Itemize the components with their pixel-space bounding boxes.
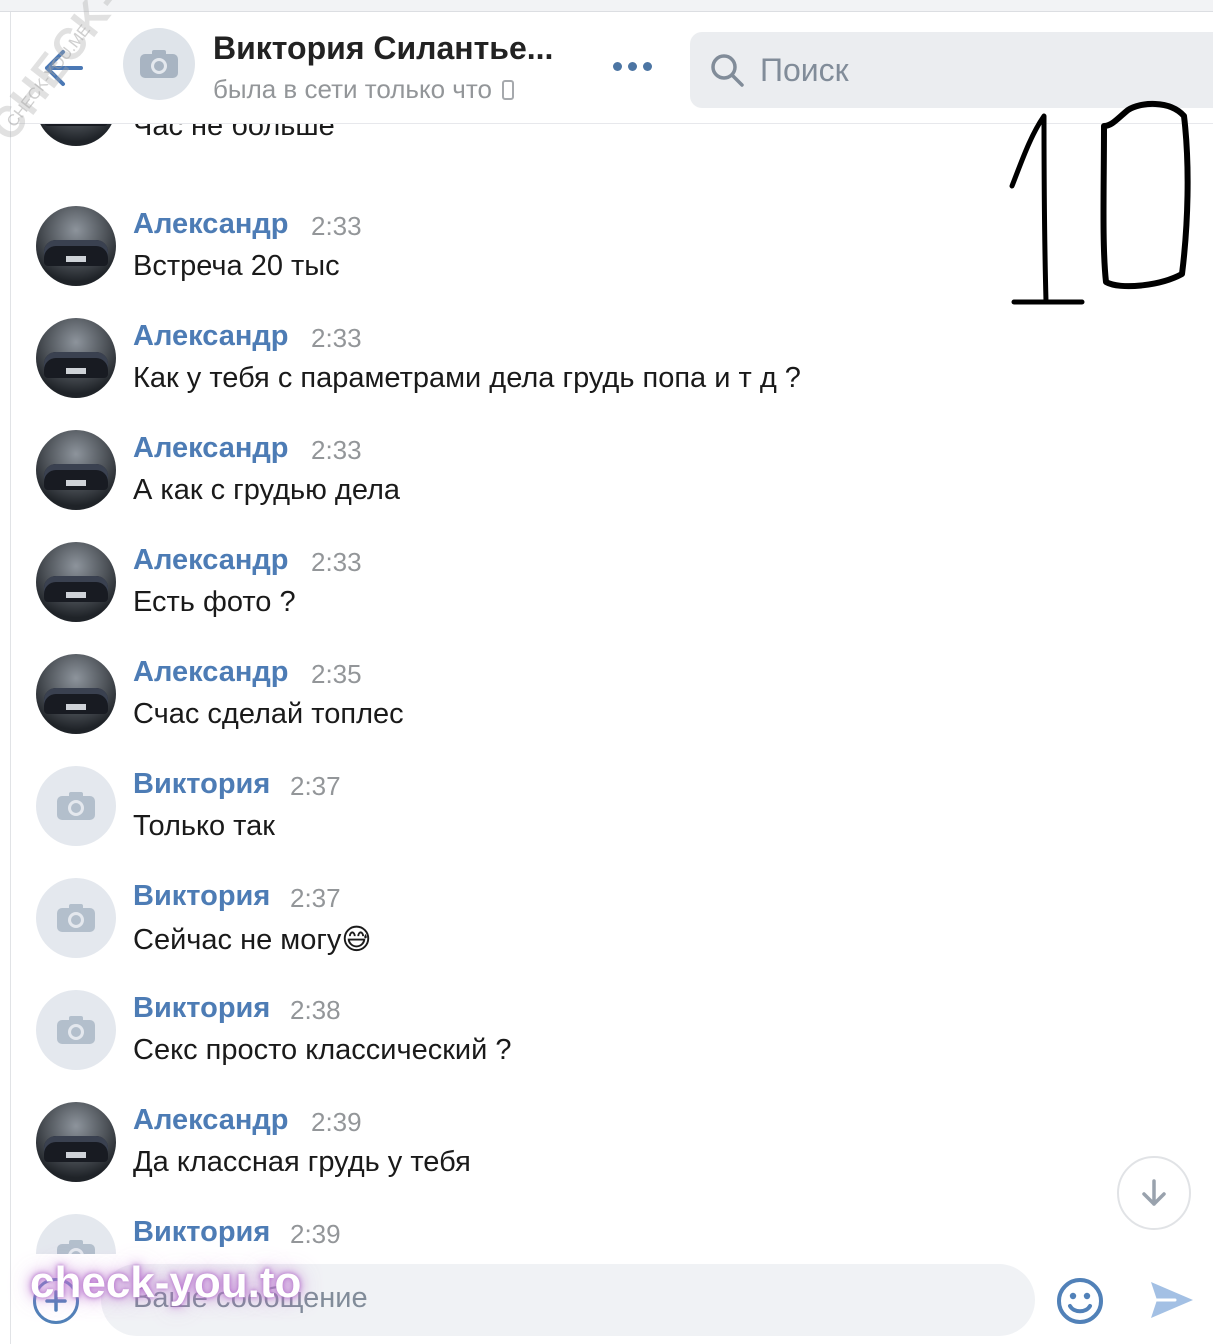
message-text: Да классная грудь у тебя [133,1146,471,1178]
sender-avatar[interactable] [36,542,116,622]
sender-name[interactable]: Александр [133,320,289,353]
sender-name[interactable]: Александр [133,432,289,465]
message-time: 2:39 [311,1107,362,1137]
sender-name[interactable]: Виктория [133,1216,270,1249]
window-top-rule [0,0,1213,12]
arrow-down-icon [1142,1179,1166,1206]
send-icon[interactable] [1145,1274,1197,1326]
sender-avatar[interactable] [36,878,116,958]
sender-avatar[interactable] [36,1102,116,1182]
message-time: 2:33 [311,323,362,353]
message-item: Виктория 2:37 Сейчас не могу😅 [11,878,1011,990]
sender-name[interactable]: Александр [133,656,289,689]
sender-avatar[interactable] [36,124,116,146]
message-text: Встреча 20 тыс [133,250,340,282]
camera-icon [57,792,95,820]
message-text: Счас сделай топлес [133,698,404,730]
sender-avatar[interactable] [36,206,116,286]
message-text: Только так [133,810,275,842]
camera-icon [57,1240,95,1254]
sender-name[interactable]: Александр [133,1104,289,1137]
sender-avatar[interactable] [36,766,116,846]
message-item: Александр 2:35 Счас сделай топлес [11,654,1011,766]
contact-name[interactable]: Виктория Силантье... [213,30,553,67]
camera-icon [57,1016,95,1044]
sender-name[interactable]: Александр [133,208,289,241]
message-text-body: Сейчас не могу [133,924,342,956]
sender-avatar[interactable] [36,990,116,1070]
sender-avatar[interactable] [36,430,116,510]
message-time: 2:33 [311,547,362,577]
search-input[interactable] [760,51,1200,89]
sender-name[interactable]: Александр [133,544,289,577]
sweat-smile-emoji-icon: 😅 [341,924,372,956]
message-time: 2:37 [290,771,341,801]
scroll-down-button[interactable] [1117,1156,1191,1230]
camera-icon [57,904,95,932]
handwritten-number-annotation [1009,100,1191,305]
sender-name[interactable]: Виктория [133,768,270,801]
ellipsis-icon-dot [628,62,637,71]
message-item: Виктория 2:37 Только так [11,766,1011,878]
contact-avatar[interactable] [123,28,195,100]
message-time: 2:37 [290,883,341,913]
sender-name[interactable]: Виктория [133,880,270,913]
message-item: Виктория 2:39 [11,1214,1011,1254]
message-text: Как у тебя с параметрами дела грудь попа… [133,362,801,394]
camera-icon [140,50,178,78]
status-text: была в сети только что [213,74,492,104]
brand-watermark: check-you.to [30,1258,302,1307]
ellipsis-icon-dot [613,62,622,71]
message-time: 2:38 [290,995,341,1025]
message-time: 2:35 [311,659,362,689]
message-item: Александр 2:33 Как у тебя с параметрами … [11,318,1011,430]
sender-avatar[interactable] [36,1214,116,1254]
message-item: Александр 2:33 Встреча 20 тыс [11,206,1011,318]
message-text: Сейчас не могу😅 [133,922,372,957]
sender-name[interactable]: Виктория [133,992,270,1025]
message-item: Александр 2:33 Есть фото ? [11,542,1011,654]
message-time: 2:33 [311,211,362,241]
message-time: 2:39 [290,1219,341,1249]
message-text: Секс просто классический ? [133,1034,512,1066]
message-text: Есть фото ? [133,586,296,618]
message-item: Александр 2:39 Да классная грудь у тебя [11,1102,1011,1214]
message-time: 2:33 [311,435,362,465]
ellipsis-icon-dot [643,62,652,71]
search-icon [711,54,744,87]
sender-avatar[interactable] [36,654,116,734]
sender-avatar[interactable] [36,318,116,398]
mobile-phone-icon [501,79,514,100]
smile-icon[interactable] [1055,1276,1105,1326]
message-text: А как с грудью дела [133,474,401,506]
contact-status: была в сети только что [213,74,514,105]
message-item: Час не больше [11,124,1011,178]
message-item: Александр 2:33 А как с грудью дела [11,430,1011,542]
more-actions-button[interactable] [613,62,652,71]
message-text: Час не больше [133,124,335,142]
message-item: Виктория 2:38 Секс просто классический ? [11,990,1011,1102]
